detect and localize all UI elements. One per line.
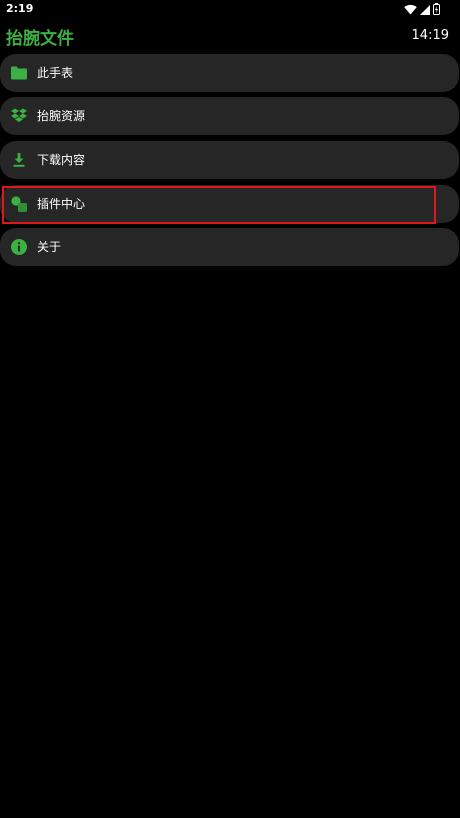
menu-item-label: 此手表 <box>37 66 74 80</box>
menu-item-about[interactable]: 关于 <box>0 228 459 266</box>
menu-item-plugin-center[interactable]: 插件中心 <box>0 185 459 224</box>
signal-icon <box>420 0 430 19</box>
menu-item-downloads[interactable]: 下载内容 <box>0 141 459 179</box>
menu-item-label: 抬腕资源 <box>37 109 86 123</box>
dropbox-icon <box>10 107 28 125</box>
menu-item-resources[interactable]: 抬腕资源 <box>0 97 459 135</box>
status-icons <box>404 2 440 15</box>
menu-item-this-watch[interactable]: 此手表 <box>0 54 459 92</box>
status-bar: 2:19 <box>0 0 460 20</box>
header-clock: 14:19 <box>411 28 449 43</box>
menu-item-label: 插件中心 <box>37 197 86 211</box>
battery-icon <box>433 0 440 19</box>
app-title: 抬腕文件 <box>6 29 74 49</box>
wifi-icon <box>404 0 417 19</box>
menu-item-label: 关于 <box>37 240 62 254</box>
app-header: 抬腕文件 14:19 <box>0 22 460 50</box>
status-time: 2:19 <box>6 2 34 15</box>
info-icon <box>10 238 28 256</box>
download-icon <box>10 151 28 169</box>
menu-item-label: 下载内容 <box>37 153 86 167</box>
shapes-icon <box>10 195 28 213</box>
folder-icon <box>10 64 28 82</box>
